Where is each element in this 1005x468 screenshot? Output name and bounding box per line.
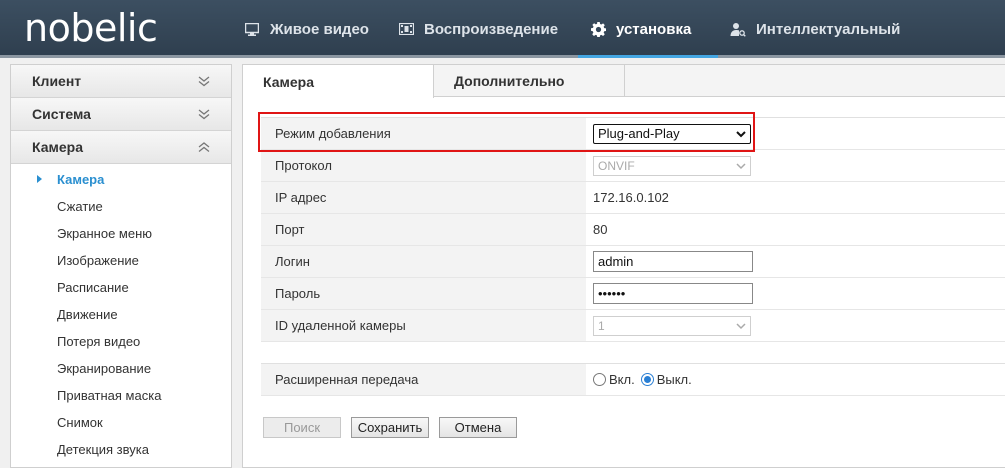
add-mode-row: Режим добавления Plug-and-Play xyxy=(261,118,1005,150)
sidebar: Клиент Система Камера Камера Сжатие Экра… xyxy=(10,64,232,468)
top-bar: nobelic Живое видео Воспроизведение уста… xyxy=(0,0,1005,58)
sidebar-item-motion[interactable]: Движение xyxy=(11,301,231,328)
sidebar-group-system[interactable]: Система xyxy=(11,98,231,131)
action-buttons: Поиск Сохранить Отмена xyxy=(263,417,517,438)
extended-transfer-form: Расширенная передача Вкл. Выкл. xyxy=(261,363,1005,396)
sidebar-item-label: Приватная маска xyxy=(57,388,162,403)
ip-row: IP адрес 172.16.0.102 xyxy=(261,182,1005,214)
radio-unchecked-icon xyxy=(593,373,606,386)
sidebar-item-snapshot[interactable]: Снимок xyxy=(11,409,231,436)
sidebar-item-label: Сжатие xyxy=(57,199,103,214)
sidebar-item-label: Детекция звука xyxy=(57,442,149,457)
nav-label: Живое видео xyxy=(270,20,369,38)
sidebar-item-camera[interactable]: Камера xyxy=(11,166,231,193)
active-marker-icon xyxy=(37,175,42,183)
sidebar-item-compression[interactable]: Сжатие xyxy=(11,193,231,220)
tab-advanced[interactable]: Дополнительно xyxy=(434,65,625,96)
group-label: Система xyxy=(32,106,91,122)
radio-checked-icon xyxy=(640,373,654,386)
sidebar-item-label: Расписание xyxy=(57,280,129,295)
extended-transfer-row: Расширенная передача Вкл. Выкл. xyxy=(261,364,1005,396)
password-label: Пароль xyxy=(261,278,586,309)
nav-label: Интеллектуальный xyxy=(756,20,901,38)
sidebar-group-client[interactable]: Клиент xyxy=(11,65,231,98)
sidebar-item-audio-detection[interactable]: Детекция звука xyxy=(11,436,231,463)
ip-label: IP адрес xyxy=(261,182,586,213)
sidebar-item-label: Изображение xyxy=(57,253,139,268)
nav-playback[interactable]: Воспроизведение xyxy=(386,0,578,58)
camera-submenu: Камера Сжатие Экранное меню Изображение … xyxy=(11,164,231,463)
tab-bar: Камера Дополнительно xyxy=(243,65,1005,98)
save-button[interactable]: Сохранить xyxy=(351,417,429,438)
port-value: 80 xyxy=(593,222,608,237)
chevron-down-icon xyxy=(197,74,211,88)
person-search-icon xyxy=(728,19,748,39)
port-row: Порт 80 xyxy=(261,214,1005,246)
nav-intelligent[interactable]: Интеллектуальный xyxy=(718,0,918,58)
cancel-button[interactable]: Отмена xyxy=(439,417,517,438)
chevron-up-icon xyxy=(197,140,211,154)
add-mode-label: Режим добавления xyxy=(261,118,586,149)
group-label: Камера xyxy=(32,139,83,155)
camera-settings-form: Режим добавления Plug-and-Play Протокол … xyxy=(261,117,1005,342)
nav-live-video[interactable]: Живое видео xyxy=(232,0,386,58)
sidebar-item-label: Экранное меню xyxy=(57,226,153,241)
password-input[interactable]: •••••• xyxy=(593,283,753,304)
login-input[interactable]: admin xyxy=(593,251,753,272)
sidebar-item-label: Снимок xyxy=(57,415,103,430)
protocol-label: Протокол xyxy=(261,150,586,181)
sidebar-item-osd[interactable]: Экранное меню xyxy=(11,220,231,247)
chevron-down-icon xyxy=(736,319,746,333)
sidebar-item-tampering[interactable]: Экранирование xyxy=(11,355,231,382)
remote-id-label: ID удаленной камеры xyxy=(261,310,586,341)
extended-transfer-off-radio[interactable]: Выкл. xyxy=(640,372,692,387)
main-content: Камера Дополнительно Режим добавления Pl… xyxy=(242,64,1005,468)
add-mode-select[interactable]: Plug-and-Play xyxy=(593,123,751,144)
nav-setup[interactable]: установка xyxy=(578,0,718,58)
sidebar-item-image[interactable]: Изображение xyxy=(11,247,231,274)
extended-transfer-label: Расширенная передача xyxy=(261,364,586,395)
chevron-down-icon xyxy=(736,126,746,141)
extended-transfer-on-radio[interactable]: Вкл. xyxy=(593,372,635,387)
sidebar-item-privacy-mask[interactable]: Приватная маска xyxy=(11,382,231,409)
password-row: Пароль •••••• xyxy=(261,278,1005,310)
sidebar-group-camera[interactable]: Камера xyxy=(11,131,231,164)
tab-camera[interactable]: Камера xyxy=(243,65,434,98)
remote-id-select: 1 xyxy=(593,315,751,336)
nav-label: установка xyxy=(616,20,692,38)
brand-logo: nobelic xyxy=(24,6,158,50)
sidebar-item-label: Экранирование xyxy=(57,361,152,376)
chevron-down-icon xyxy=(197,107,211,121)
login-row: Логин admin xyxy=(261,246,1005,278)
radio-label: Выкл. xyxy=(656,372,692,387)
monitor-icon xyxy=(242,19,262,39)
sidebar-item-label: Потеря видео xyxy=(57,334,141,349)
gear-icon xyxy=(588,19,608,39)
group-label: Клиент xyxy=(32,73,82,89)
sidebar-item-schedule[interactable]: Расписание xyxy=(11,274,231,301)
main-nav: Живое видео Воспроизведение установка Ин… xyxy=(232,0,918,58)
sidebar-item-label: Движение xyxy=(57,307,118,322)
nav-label: Воспроизведение xyxy=(424,20,559,38)
protocol-value: ONVIF xyxy=(598,158,635,173)
protocol-select: ONVIF xyxy=(593,155,751,176)
search-button[interactable]: Поиск xyxy=(263,417,341,438)
sidebar-item-video-loss[interactable]: Потеря видео xyxy=(11,328,231,355)
sidebar-item-label: Камера xyxy=(57,172,105,187)
film-icon xyxy=(396,19,416,39)
chevron-down-icon xyxy=(736,159,746,173)
radio-label: Вкл. xyxy=(609,372,635,387)
login-label: Логин xyxy=(261,246,586,277)
remote-id-value: 1 xyxy=(598,318,605,333)
remote-id-row: ID удаленной камеры 1 xyxy=(261,310,1005,342)
protocol-row: Протокол ONVIF xyxy=(261,150,1005,182)
add-mode-value: Plug-and-Play xyxy=(598,126,680,141)
ip-value: 172.16.0.102 xyxy=(593,190,669,205)
port-label: Порт xyxy=(261,214,586,245)
